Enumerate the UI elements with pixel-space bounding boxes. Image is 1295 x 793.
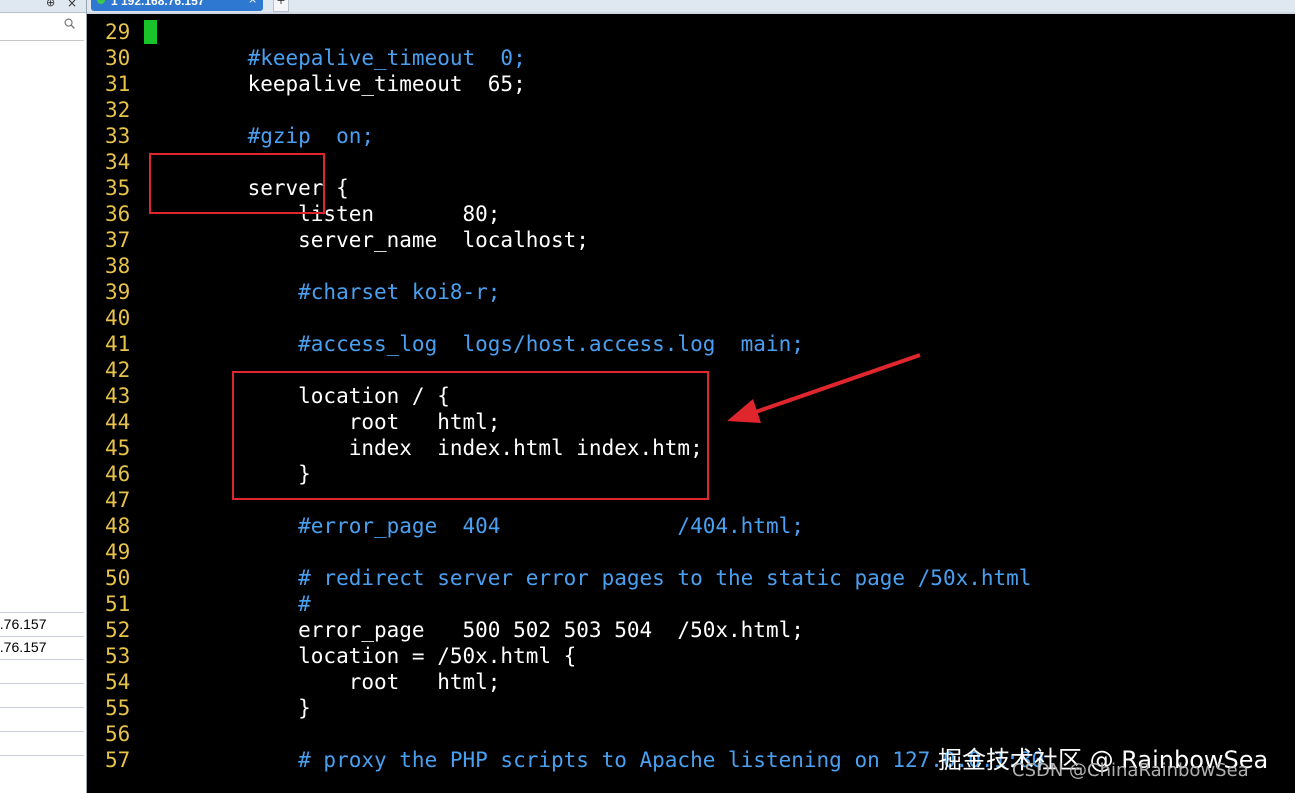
text-cursor <box>144 20 157 44</box>
line-number: 46 <box>105 462 131 486</box>
line-number: 51 <box>105 592 131 616</box>
session-row[interactable]: 3.76.157 <box>0 636 84 660</box>
terminal-editor[interactable]: 29 30 #keepalive_timeout 0; 31 keepalive_t… <box>87 14 1295 793</box>
code-text: #error_page 404 /404.html; <box>197 514 804 538</box>
search-icon[interactable] <box>64 18 75 29</box>
annotation-arrow-icon <box>727 353 921 423</box>
line-number: 36 <box>105 202 131 226</box>
session-label: 3.76.157 <box>0 616 47 632</box>
code-text: server_name localhost; <box>197 228 589 252</box>
line-number: 38 <box>105 254 131 278</box>
code-text: location = /50x.html { <box>197 644 577 668</box>
highlight-box-server <box>149 153 325 214</box>
code-text: root html; <box>197 670 501 694</box>
highlight-box-location <box>232 371 709 500</box>
session-row[interactable] <box>0 660 84 684</box>
line-number: 45 <box>105 436 131 460</box>
line-number: 49 <box>105 540 131 564</box>
tab-bar: 1 192.168.76.157 × + <box>87 0 1295 14</box>
line-number: 55 <box>105 696 131 720</box>
line-number: 35 <box>105 176 131 200</box>
line-number: 52 <box>105 618 131 642</box>
session-row[interactable] <box>0 684 84 708</box>
pin-icon[interactable]: ⊕ <box>46 0 55 10</box>
code-text: } <box>197 696 311 720</box>
code-text: #access_log logs/host.access.log main; <box>197 332 804 356</box>
tab-close-icon[interactable]: × <box>248 0 257 7</box>
line-number: 34 <box>105 150 131 174</box>
line-number: 47 <box>105 488 131 512</box>
line-number: 57 <box>105 748 131 772</box>
session-sidebar: ⊕ × 3.76.157 3.76.157 <box>0 0 87 793</box>
code-text: #charset koi8-r; <box>197 280 501 304</box>
line-number: 29 <box>105 20 131 44</box>
line-number: 42 <box>105 358 131 382</box>
session-row[interactable] <box>0 732 84 756</box>
tab-label: 1 192.168.76.157 <box>111 0 205 8</box>
line-number: 37 <box>105 228 131 252</box>
line-number: 53 <box>105 644 131 668</box>
watermark-csdn: CSDN @ChinaRainbowSea <box>1012 760 1249 781</box>
code-text: keepalive_timeout 65; <box>197 72 526 96</box>
line-number: 33 <box>105 124 131 148</box>
line-number: 54 <box>105 670 131 694</box>
line-number: 32 <box>105 98 131 122</box>
line-number: 31 <box>105 72 131 96</box>
line-number: 40 <box>105 306 131 330</box>
session-label: 3.76.157 <box>0 639 47 655</box>
code-text: #keepalive_timeout 0; <box>197 46 526 70</box>
line-number: 48 <box>105 514 131 538</box>
close-icon[interactable]: × <box>67 0 77 10</box>
code-text: error_page 500 502 503 504 /50x.html; <box>197 618 804 642</box>
code-text: # redirect server error pages to the sta… <box>197 566 1032 590</box>
new-tab-button[interactable]: + <box>273 0 289 12</box>
code-text: #gzip on; <box>197 124 375 148</box>
line-number: 44 <box>105 410 131 434</box>
line-number: 30 <box>105 46 131 70</box>
code-text: # <box>197 592 311 616</box>
sidebar-header: ⊕ × <box>0 0 86 13</box>
line-number: 43 <box>105 384 131 408</box>
line-number: 50 <box>105 566 131 590</box>
code-text: # proxy the PHP scripts to Apache listen… <box>197 748 1045 772</box>
line-number: 56 <box>105 722 131 746</box>
line-number: 41 <box>105 332 131 356</box>
session-row[interactable] <box>0 708 84 732</box>
session-row[interactable]: 3.76.157 <box>0 612 84 637</box>
line-number: 39 <box>105 280 131 304</box>
